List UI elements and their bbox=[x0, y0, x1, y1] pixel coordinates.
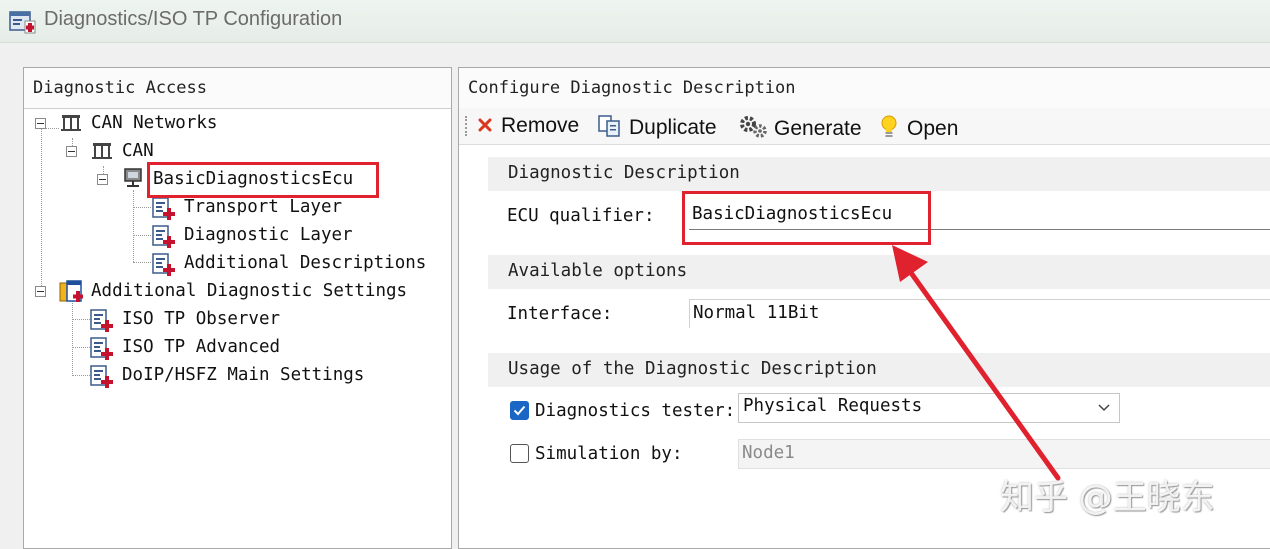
diagnostics-tester-select[interactable]: Physical Requests bbox=[738, 393, 1120, 423]
document-config-icon bbox=[152, 197, 175, 220]
generate-label: Generate bbox=[774, 117, 862, 140]
section-title: Diagnostic Description bbox=[508, 163, 740, 183]
tree-item-additional-descriptions[interactable]: Additional Descriptions bbox=[184, 253, 426, 273]
panel-header: Configure Diagnostic Description bbox=[459, 68, 1270, 109]
gears-icon bbox=[740, 116, 767, 138]
window-titlebar: Diagnostics/ISO TP Configuration bbox=[0, 0, 1270, 43]
document-config-icon bbox=[152, 253, 175, 276]
collapse-toggle[interactable] bbox=[66, 146, 77, 157]
tree-guide bbox=[41, 128, 42, 292]
collapse-toggle[interactable] bbox=[35, 286, 46, 297]
panel-title: Diagnostic Access bbox=[33, 78, 207, 98]
ecu-qualifier-value: BasicDiagnosticsEcu bbox=[692, 204, 893, 224]
tree-guide bbox=[72, 347, 90, 348]
ecu-qualifier-input[interactable]: BasicDiagnosticsEcu bbox=[689, 201, 1270, 230]
tree-guide bbox=[133, 262, 151, 263]
document-config-icon bbox=[90, 309, 113, 332]
diagnostics-tester-checkbox[interactable] bbox=[510, 401, 529, 420]
tree-item-diagnostic-layer[interactable]: Diagnostic Layer bbox=[184, 225, 353, 245]
duplicate-label: Duplicate bbox=[629, 116, 717, 139]
remove-label: Remove bbox=[501, 114, 580, 137]
simulation-node-value: Node1 bbox=[742, 443, 795, 463]
collapse-toggle[interactable] bbox=[97, 174, 108, 185]
document-config-icon bbox=[90, 337, 113, 360]
section-title: Usage of the Diagnostic Description bbox=[508, 359, 877, 379]
diagnostics-tester-label: Diagnostics tester: bbox=[535, 401, 736, 421]
tree-item-additional-settings[interactable]: Additional Diagnostic Settings bbox=[91, 281, 407, 301]
tree-guide bbox=[72, 319, 90, 320]
lightbulb-icon bbox=[881, 115, 897, 137]
ecu-icon bbox=[124, 168, 142, 187]
open-label: Open bbox=[907, 117, 959, 140]
section-available-options: Available options bbox=[488, 255, 1270, 289]
open-button[interactable]: Open bbox=[879, 114, 958, 141]
checkmark-icon bbox=[513, 405, 526, 416]
diagnostics-config-icon bbox=[9, 11, 36, 34]
collapse-toggle[interactable] bbox=[35, 118, 46, 129]
window-title: Diagnostics/ISO TP Configuration bbox=[44, 8, 343, 30]
chevron-down-icon bbox=[1098, 404, 1110, 412]
remove-button[interactable]: Remove bbox=[477, 114, 579, 138]
tree-item-can[interactable]: CAN bbox=[122, 141, 154, 161]
remove-icon bbox=[478, 118, 492, 132]
duplicate-button[interactable]: Duplicate bbox=[597, 114, 717, 140]
section-usage: Usage of the Diagnostic Description bbox=[488, 353, 1270, 387]
panel-title: Configure Diagnostic Description bbox=[468, 78, 796, 98]
panel-header: Diagnostic Access bbox=[24, 68, 451, 109]
ecu-qualifier-label: ECU qualifier: bbox=[507, 206, 655, 226]
tree-guide bbox=[133, 207, 151, 208]
diagnostic-access-panel: Diagnostic Access bbox=[23, 67, 452, 549]
tree-item-can-networks[interactable]: CAN Networks bbox=[91, 113, 217, 133]
tree-item-ecu[interactable]: BasicDiagnosticsEcu bbox=[153, 169, 353, 189]
tree-guide bbox=[133, 190, 134, 262]
settings-folder-icon bbox=[59, 280, 83, 302]
tree-guide bbox=[133, 235, 151, 236]
document-config-icon bbox=[90, 365, 113, 388]
network-icon bbox=[92, 143, 112, 159]
toolbar-grip bbox=[465, 116, 469, 136]
diagnostics-tester-value: Physical Requests bbox=[743, 396, 923, 416]
simulation-node-input: Node1 bbox=[738, 439, 1270, 469]
section-title: Available options bbox=[508, 261, 688, 281]
interface-label: Interface: bbox=[507, 304, 613, 324]
generate-button[interactable]: Generate bbox=[738, 114, 862, 141]
document-config-icon bbox=[152, 225, 175, 248]
toolbar: Remove Duplicate Generate Open bbox=[459, 108, 1270, 145]
simulation-checkbox[interactable] bbox=[510, 444, 529, 463]
tree-guide bbox=[72, 300, 73, 376]
interface-input[interactable]: Normal 11Bit bbox=[689, 299, 1270, 328]
interface-value: Normal 11Bit bbox=[693, 303, 820, 323]
tree-item-iso-tp-observer[interactable]: ISO TP Observer bbox=[122, 309, 280, 329]
network-icon bbox=[61, 115, 81, 131]
duplicate-icon bbox=[598, 115, 620, 137]
watermark-text: 知乎 @王晓东 bbox=[1000, 478, 1215, 518]
tree-item-doip-hsfz-settings[interactable]: DoIP/HSFZ Main Settings bbox=[122, 365, 364, 385]
tree-guide bbox=[72, 375, 90, 376]
simulation-label: Simulation by: bbox=[535, 444, 683, 464]
tree-item-iso-tp-advanced[interactable]: ISO TP Advanced bbox=[122, 337, 280, 357]
tree-item-transport-layer[interactable]: Transport Layer bbox=[184, 197, 342, 217]
section-diagnostic-description: Diagnostic Description bbox=[488, 157, 1270, 191]
